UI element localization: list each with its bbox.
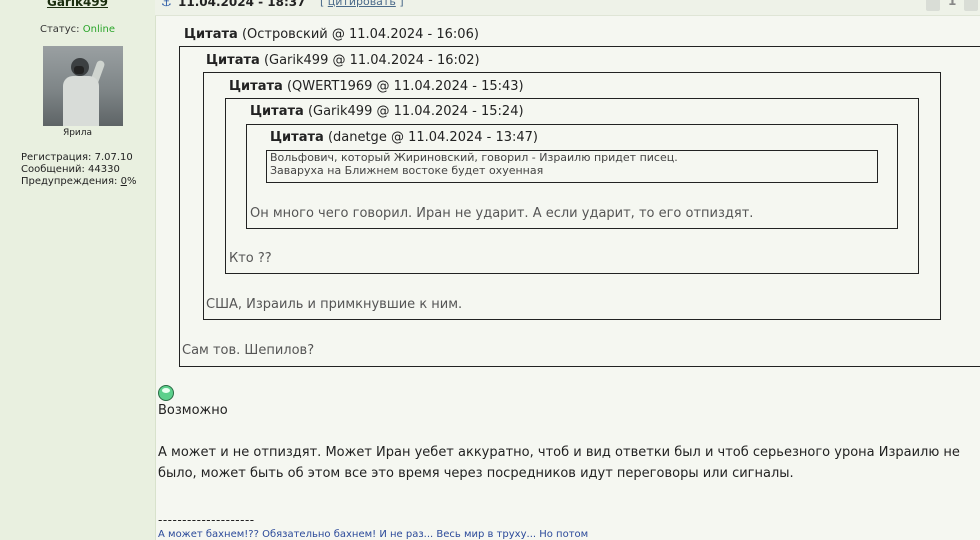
quote-meta: (Garik499 @ 11.04.2024 - 15:24): [307, 104, 524, 119]
signature-separator: --------------------: [158, 513, 255, 527]
quote-header: Цитата (danetge @ 11.04.2024 - 13:47): [270, 130, 538, 145]
quote-header: Цитата (QWERT1969 @ 11.04.2024 - 15:43): [229, 79, 524, 94]
author-stats: Регистрация: 7.07.10 Сообщений: 44330 Пр…: [21, 152, 136, 188]
post-line: Возможно: [158, 403, 228, 418]
quote-reply: Кто ??: [229, 251, 272, 266]
warnings-label: Предупреждения:: [21, 176, 118, 187]
prev-page-icon[interactable]: [926, 0, 940, 11]
author-status: Статус: Online: [0, 24, 155, 35]
gas-mask-icon: [74, 66, 84, 74]
status-online: Online: [82, 24, 115, 35]
quote-reply: Он много чего говорил. Иран не ударит. А…: [250, 206, 754, 221]
signature: А может бахнем!?? Обязательно бахнем! И …: [158, 529, 589, 540]
author-sidebar: Garik499 Статус: Online Ярила Регистраци…: [0, 0, 156, 540]
avatar-body: [63, 76, 99, 126]
quote-meta: (QWERT1969 @ 11.04.2024 - 15:43): [286, 79, 524, 94]
cite-bracket-open: [: [320, 0, 325, 8]
quote-header: Цитата (Garik499 @ 11.04.2024 - 16:02): [206, 53, 480, 68]
message-count: Сообщений: 44330: [21, 164, 120, 175]
quote-header: Цитата (Островский @ 11.04.2024 - 16:06): [184, 27, 479, 42]
quote-reply: Сам тов. Шепилов?: [182, 343, 315, 358]
post-pager: 1: [926, 0, 980, 11]
author-rank: Ярила: [62, 128, 93, 138]
author-name-link[interactable]: Garik499: [0, 0, 155, 9]
quote-meta: (Островский @ 11.04.2024 - 16:06): [241, 27, 479, 42]
smiley-icon: [158, 385, 174, 401]
warnings: Предупреждения: 0%: [21, 176, 136, 188]
quote-innermost-text: Вольфович, который Жириновский, говорил …: [266, 150, 878, 183]
quote-line: Заваруха на Ближнем востоке будет охуенн…: [270, 164, 544, 177]
cite-bracket-close: ]: [399, 0, 404, 8]
quote-header: Цитата (Garik499 @ 11.04.2024 - 15:24): [250, 104, 524, 119]
status-label: Статус:: [40, 24, 80, 35]
cite-link[interactable]: цитировать: [328, 0, 396, 8]
quote-label: Цитата: [250, 104, 304, 119]
registration-date: Регистрация: 7.07.10: [21, 152, 133, 163]
page-number: 1: [948, 0, 957, 8]
warnings-suffix: %: [126, 176, 137, 187]
anchor-icon[interactable]: ⚓: [161, 0, 172, 9]
post-paragraph-line: было, может быть об этом все это время ч…: [158, 466, 794, 481]
cite-button[interactable]: [ цитировать ]: [320, 0, 404, 8]
quote-label: Цитата: [184, 27, 238, 42]
quote-label: Цитата: [206, 53, 260, 68]
quote-reply: США, Израиль и примкнувшие к ним.: [206, 297, 463, 312]
post-paragraph-line: А может и не отпиздят. Может Иран уебет …: [158, 445, 960, 460]
next-page-icon[interactable]: [964, 0, 978, 11]
quote-line: Вольфович, который Жириновский, говорил …: [270, 151, 678, 164]
quote-meta: (Garik499 @ 11.04.2024 - 16:02): [263, 53, 480, 68]
quote-label: Цитата: [270, 130, 324, 145]
smiley-eye: [162, 388, 170, 393]
post-datetime: 11.04.2024 - 18:37: [178, 0, 306, 9]
quote-meta: (danetge @ 11.04.2024 - 13:47): [327, 130, 539, 145]
quote-label: Цитата: [229, 79, 283, 94]
avatar[interactable]: [43, 46, 123, 126]
